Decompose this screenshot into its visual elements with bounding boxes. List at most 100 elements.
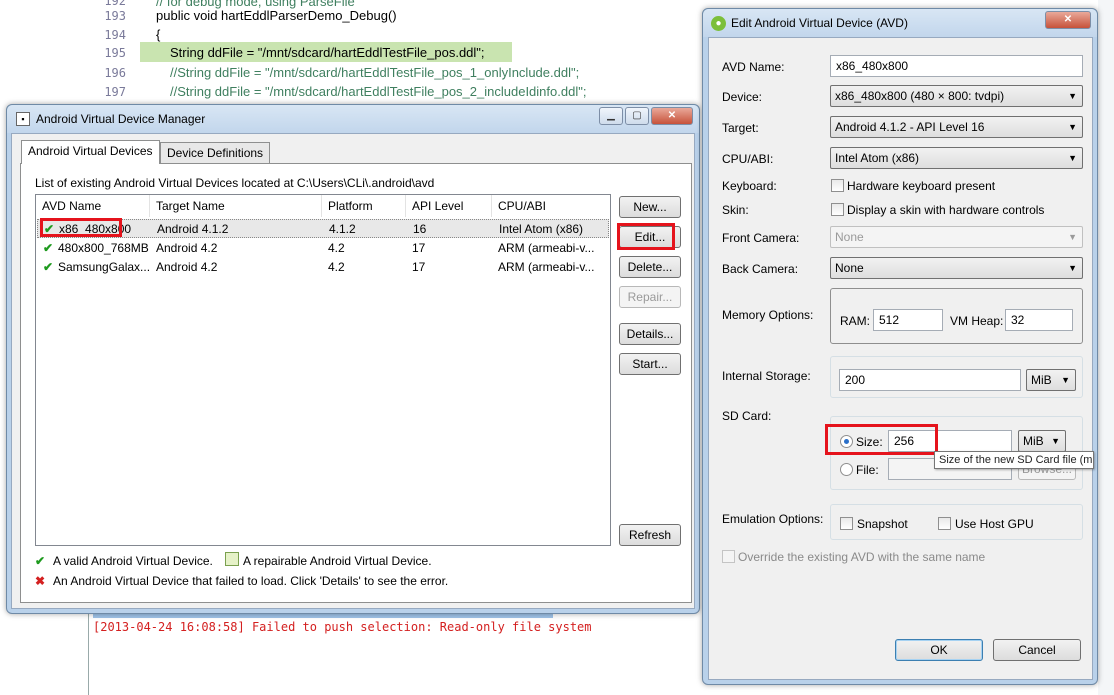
close-icon[interactable]: ✕ (1045, 11, 1091, 29)
chevron-down-icon: ▼ (1068, 153, 1077, 163)
back-camera-value: None (835, 261, 864, 275)
target-select[interactable]: Android 4.1.2 - API Level 16 ▼ (830, 116, 1083, 138)
edit-avd-title: Edit Android Virtual Device (AVD) (731, 16, 908, 30)
ram-field[interactable]: 512 (873, 309, 943, 331)
cpu-abi-value: Intel Atom (x86) (835, 151, 920, 165)
table-row[interactable]: ✔ 480x800_768MB Android 4.2 4.2 17 ARM (… (37, 239, 609, 258)
new-button[interactable]: New... (619, 196, 681, 218)
skin-checkbox[interactable] (831, 203, 844, 216)
maximize-icon[interactable]: ▢ (625, 107, 649, 125)
internal-storage-label: Internal Storage: (722, 369, 811, 383)
edit-button[interactable]: Edit... (619, 226, 681, 248)
override-label: Override the existing AVD with the same … (738, 550, 986, 564)
device-label: Device: (722, 90, 763, 104)
start-button[interactable]: Start... (619, 353, 681, 375)
override-checkbox[interactable] (722, 550, 735, 563)
keyboard-checkbox[interactable] (831, 179, 844, 192)
avd-target: Android 4.1.2 (157, 222, 229, 236)
code-line: //String ddFile = "/mnt/sdcard/hartEddlT… (170, 65, 580, 80)
front-camera-select[interactable]: None ▼ (830, 226, 1083, 248)
avd-manager-titlebar[interactable]: ▪ Android Virtual Device Manager ▁ ▢ ✕ (7, 105, 699, 133)
internal-storage-field[interactable]: 200 (839, 369, 1021, 391)
android-icon: ● (711, 16, 726, 31)
cpu-abi-select[interactable]: Intel Atom (x86) ▼ (830, 147, 1083, 169)
avd-location-text: List of existing Android Virtual Devices… (35, 176, 435, 190)
ram-label: RAM: (840, 314, 870, 328)
skin-checkbox-label: Display a skin with hardware controls (847, 203, 1045, 217)
chevron-down-icon: ▼ (1068, 91, 1077, 101)
edit-avd-window: ● Edit Android Virtual Device (AVD) ✕ AV… (702, 8, 1098, 685)
chevron-down-icon: ▼ (1068, 263, 1077, 273)
avd-manager-client: Android Virtual Devices Device Definitio… (11, 133, 695, 609)
delete-button[interactable]: Delete... (619, 256, 681, 278)
avd-target: Android 4.2 (156, 241, 218, 255)
error-cross-icon: ✖ (35, 574, 46, 588)
sd-file-radio[interactable] (840, 463, 853, 476)
table-row[interactable]: ✔ x86_480x800 Android 4.1.2 4.1.2 16 Int… (37, 219, 609, 238)
sd-card-label: SD Card: (722, 409, 772, 423)
avd-table: AVD Name Target Name Platform API Level … (35, 194, 611, 546)
sd-size-label: Size: (856, 435, 883, 449)
avd-platform: 4.2 (328, 241, 345, 255)
snapshot-label: Snapshot (857, 517, 908, 531)
column-header-target-name[interactable]: Target Name (150, 195, 322, 217)
tab-android-virtual-devices[interactable]: Android Virtual Devices (21, 140, 160, 164)
chevron-down-icon: ▼ (1068, 122, 1077, 132)
snapshot-checkbox[interactable] (840, 517, 853, 530)
front-camera-label: Front Camera: (722, 231, 800, 245)
code-line: { (156, 27, 161, 42)
line-number: 194 (104, 28, 126, 42)
device-value: x86_480x800 (480 × 800: tvdpi) (835, 89, 1005, 103)
avd-api: 16 (413, 222, 427, 236)
keyboard-checkbox-label: Hardware keyboard present (847, 179, 996, 193)
device-select[interactable]: x86_480x800 (480 × 800: tvdpi) ▼ (830, 85, 1083, 107)
host-gpu-checkbox[interactable] (938, 517, 951, 530)
sd-file-label: File: (856, 463, 879, 477)
ok-button[interactable]: OK (895, 639, 983, 661)
vm-heap-field[interactable]: 32 (1005, 309, 1073, 331)
avd-cpu: Intel Atom (x86) (499, 222, 584, 236)
avd-api: 17 (412, 241, 426, 255)
vm-heap-label: VM Heap: (950, 314, 1004, 328)
minimize-icon[interactable]: ▁ (599, 107, 623, 125)
column-header-cpu-abi[interactable]: CPU/ABI (492, 195, 610, 217)
avd-name-field[interactable]: x86_480x800 (830, 55, 1083, 77)
avd-name: 480x800_768MB (58, 241, 149, 255)
host-gpu-label: Use Host GPU (955, 517, 1034, 531)
sd-size-radio[interactable] (840, 435, 853, 448)
sd-size-field[interactable]: 256 (888, 430, 1012, 452)
memory-options-label: Memory Options: (722, 308, 814, 322)
edit-avd-client: AVD Name: x86_480x800 Device: x86_480x80… (708, 37, 1094, 680)
column-header-avd-name[interactable]: AVD Name (36, 195, 150, 217)
edit-avd-titlebar[interactable]: ● Edit Android Virtual Device (AVD) ✕ (703, 9, 1097, 37)
internal-storage-unit: MiB (1031, 373, 1052, 387)
line-number: 196 (104, 66, 126, 80)
target-label: Target: (722, 121, 759, 135)
refresh-button[interactable]: Refresh (619, 524, 681, 546)
emulation-options-group: Snapshot Use Host GPU (830, 504, 1083, 540)
table-row[interactable]: ✔ SamsungGalax... Android 4.2 4.2 17 ARM… (37, 258, 609, 277)
close-icon[interactable]: ✕ (651, 107, 693, 125)
back-camera-select[interactable]: None ▼ (830, 257, 1083, 279)
avd-platform: 4.2 (328, 260, 345, 274)
tab-device-definitions[interactable]: Device Definitions (160, 142, 271, 164)
emulation-options-label: Emulation Options: (722, 512, 824, 526)
code-line: String ddFile = "/mnt/sdcard/hartEddlTes… (170, 45, 485, 60)
details-button[interactable]: Details... (619, 323, 681, 345)
internal-storage-unit-select[interactable]: MiB ▼ (1026, 369, 1076, 391)
valid-check-icon: ✔ (44, 222, 55, 236)
code-line: //String ddFile = "/mnt/sdcard/hartEddlT… (170, 84, 587, 99)
repair-button[interactable]: Repair... (619, 286, 681, 308)
avd-api: 17 (412, 260, 426, 274)
console-view: [2013-04-24 16:08:58] Failed to push sel… (88, 600, 702, 695)
column-header-platform[interactable]: Platform (322, 195, 406, 217)
console-error-line: [2013-04-24 16:08:58] Failed to push sel… (93, 620, 592, 634)
avd-cpu: ARM (armeabi-v... (498, 241, 595, 255)
sd-size-unit-select[interactable]: MiB ▼ (1018, 430, 1066, 452)
code-line: public void hartEddlParserDemo_Debug() (156, 8, 397, 23)
cancel-button[interactable]: Cancel (993, 639, 1081, 661)
valid-check-icon: ✔ (35, 554, 46, 568)
avd-name-label: AVD Name: (722, 60, 785, 74)
column-header-api-level[interactable]: API Level (406, 195, 492, 217)
avd-cpu: ARM (armeabi-v... (498, 260, 595, 274)
